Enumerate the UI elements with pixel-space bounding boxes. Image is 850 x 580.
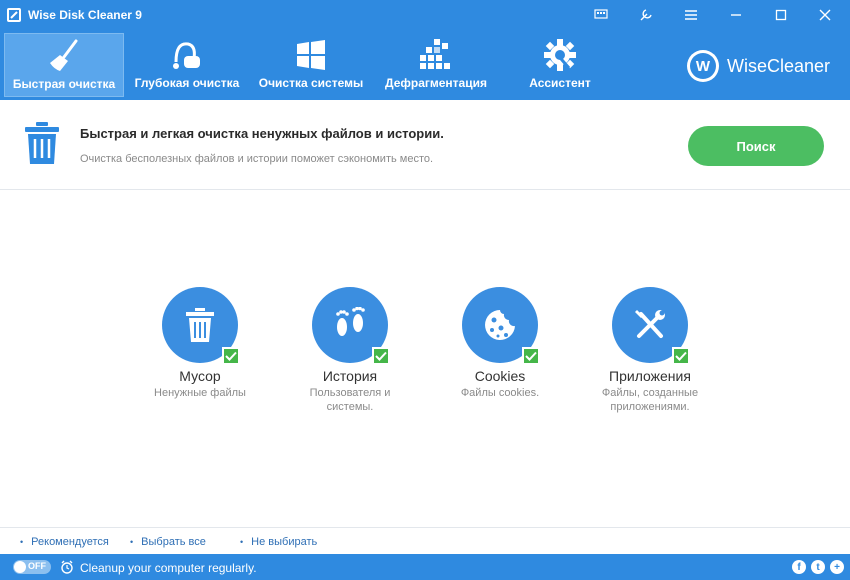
checkbox-checked-icon[interactable]: [372, 347, 390, 365]
category-name: Мусор: [179, 368, 221, 384]
app-logo-icon: [6, 7, 22, 23]
title-bar: Wise Disk Cleaner 9: [0, 0, 850, 30]
wisecleaner-logo-icon: W: [686, 50, 719, 82]
tab-label: Дефрагментация: [385, 76, 487, 90]
category-icon-circle[interactable]: [162, 287, 240, 365]
selection-links: Рекомендуется Выбрать все Не выбирать: [0, 527, 850, 554]
select-all-link[interactable]: Выбрать все: [130, 536, 206, 548]
close-icon[interactable]: [810, 3, 840, 27]
category-junk[interactable]: Мусор Ненужные файлы: [130, 287, 270, 400]
windows-icon: [295, 38, 327, 72]
minimize-icon[interactable]: [721, 3, 751, 27]
cookie-icon: [485, 310, 515, 340]
brand[interactable]: W WiseCleaner: [686, 50, 830, 82]
search-button[interactable]: Поиск: [688, 126, 824, 166]
gear-icon: [543, 38, 577, 72]
defrag-icon: [420, 38, 452, 72]
trash-icon: [24, 122, 60, 169]
toggle-label: OFF: [28, 561, 46, 571]
header-panel: Быстрая и легкая очистка ненужных файлов…: [0, 100, 850, 190]
tab-system-clean[interactable]: Очистка системы: [252, 33, 370, 97]
status-bar: OFF Cleanup your computer regularly. f t…: [0, 554, 850, 580]
category-description: Файлы, созданные приложениями.: [601, 387, 699, 413]
category-name: История: [322, 368, 378, 384]
header-title: Быстрая и легкая очистка ненужных файлов…: [80, 126, 444, 141]
facebook-icon[interactable]: f: [792, 560, 806, 574]
checkbox-checked-icon[interactable]: [672, 347, 690, 365]
tab-deep-clean[interactable]: Глубокая очистка: [128, 33, 246, 97]
recommended-link[interactable]: Рекомендуется: [20, 536, 109, 548]
schedule-toggle[interactable]: OFF: [13, 560, 51, 574]
category-icon-circle[interactable]: [312, 287, 390, 365]
main-toolbar: Быстрая очистка Глубокая очистка Очистка…: [0, 30, 850, 100]
checkbox-checked-icon[interactable]: [522, 347, 540, 365]
category-name: Приложения: [609, 368, 691, 384]
chat-icon[interactable]: [586, 3, 616, 27]
brand-name: WiseCleaner: [726, 55, 830, 76]
twitter-icon[interactable]: t: [811, 560, 825, 574]
tab-label: Очистка системы: [258, 76, 364, 90]
tab-assistant[interactable]: Ассистент: [502, 33, 618, 97]
tools-icon: [635, 310, 665, 338]
window-title: Wise Disk Cleaner 9: [28, 8, 142, 22]
category-name: Cookies: [474, 368, 526, 384]
status-message: Cleanup your computer regularly.: [80, 561, 257, 575]
category-applications[interactable]: Приложения Файлы, созданные приложениями…: [580, 287, 720, 414]
tab-label: Ассистент: [529, 76, 591, 90]
tab-quick-clean[interactable]: Быстрая очистка: [4, 33, 124, 97]
tab-label: Быстрая очистка: [12, 77, 116, 91]
category-cookies[interactable]: Cookies Файлы cookies.: [430, 287, 570, 400]
alarm-clock-icon: [60, 560, 74, 579]
menu-icon[interactable]: [676, 3, 706, 27]
broom-icon: [46, 39, 82, 73]
tab-label: Глубокая очистка: [134, 76, 240, 90]
select-none-link[interactable]: Не выбирать: [240, 536, 317, 548]
footprints-icon: [336, 307, 365, 336]
category-description: Ненужные файлы: [154, 387, 246, 399]
tab-defrag[interactable]: Дефрагментация: [378, 33, 494, 97]
google-plus-icon[interactable]: +: [830, 560, 844, 574]
checkbox-checked-icon[interactable]: [222, 347, 240, 365]
maximize-icon[interactable]: [766, 3, 796, 27]
category-description: Файлы cookies.: [460, 387, 540, 399]
vacuum-icon: [170, 38, 204, 72]
header-subtitle: Очистка бесполезных файлов и истории пом…: [80, 153, 434, 165]
category-description: Пользователя и системы.: [309, 387, 391, 413]
toggle-knob: [14, 561, 26, 573]
category-icon-circle[interactable]: [612, 287, 690, 365]
category-history[interactable]: История Пользователя и системы.: [280, 287, 420, 414]
skin-icon[interactable]: [631, 3, 661, 27]
trash-icon: [186, 308, 214, 342]
category-icon-circle[interactable]: [462, 287, 540, 365]
